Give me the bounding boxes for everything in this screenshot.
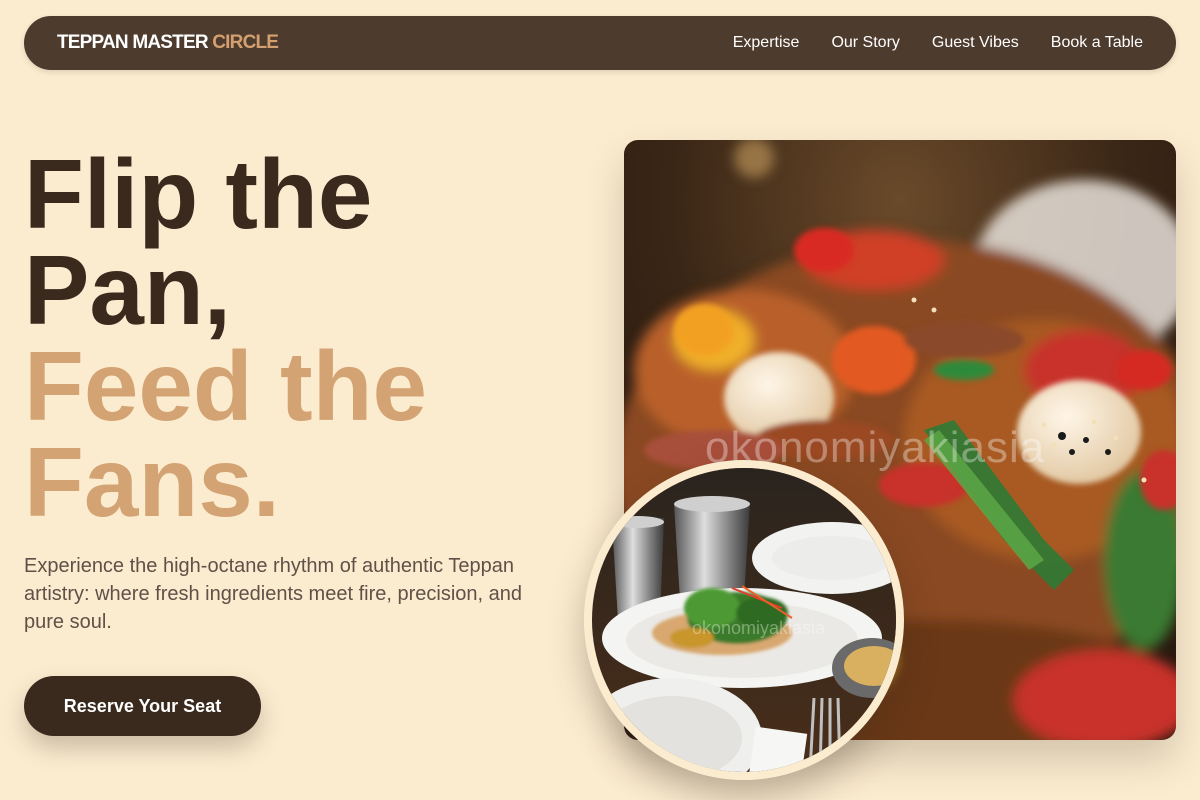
nav-links: Expertise Our Story Guest Vibes Book a T… [733,34,1143,52]
nav-link-book-a-table[interactable]: Book a Table [1051,34,1143,52]
top-navbar: TEPPAN MASTER CIRCLE Expertise Our Story… [24,16,1176,70]
inset-food-image: okonomiyakiasia [584,460,904,780]
brand-name-main: TEPPAN MASTER [57,32,209,53]
headline-line-2: Pan, [24,235,231,345]
hero-headline: Flip the Pan, Feed the Fans. [24,139,427,537]
brand-name-accent: CIRCLE [212,32,279,53]
nav-link-guest-vibes[interactable]: Guest Vibes [932,34,1019,52]
headline-line-4: Fans. [24,427,280,537]
headline-line-3: Feed the [24,331,427,441]
nav-link-expertise[interactable]: Expertise [733,34,800,52]
inset-image-watermark: okonomiyakiasia [692,618,826,638]
brand-logo[interactable]: TEPPAN MASTER CIRCLE [57,32,279,54]
hero-description: Experience the high-octane rhythm of aut… [24,555,522,633]
reserve-seat-button[interactable]: Reserve Your Seat [24,676,261,736]
nav-link-our-story[interactable]: Our Story [831,34,899,52]
headline-line-1: Flip the [24,139,373,249]
